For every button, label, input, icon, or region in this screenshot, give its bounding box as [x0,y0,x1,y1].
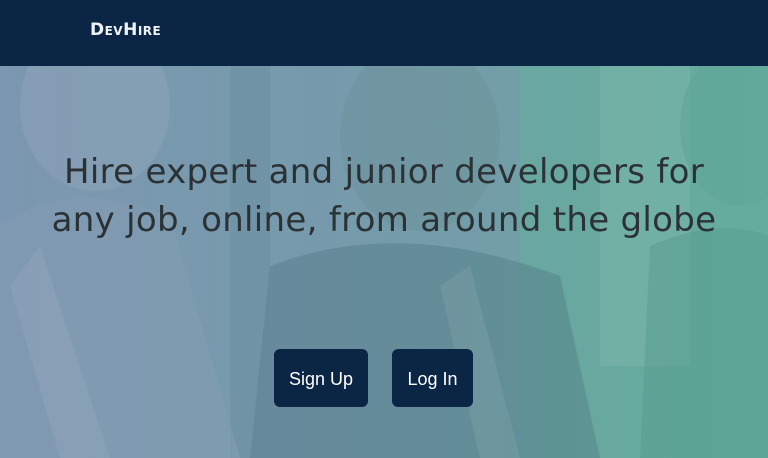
landing-page: DevHire Hire expert and junior developer… [0,0,768,458]
hero-section: Hire expert and junior developers for an… [0,66,768,458]
brand-logo[interactable]: DevHire [90,20,161,40]
top-navbar: DevHire [0,0,768,66]
log-in-button[interactable]: Log In [392,349,473,407]
sign-up-button[interactable]: Sign Up [274,349,368,407]
hero-overlay [0,66,768,458]
hero-headline: Hire expert and junior developers for an… [51,152,717,240]
